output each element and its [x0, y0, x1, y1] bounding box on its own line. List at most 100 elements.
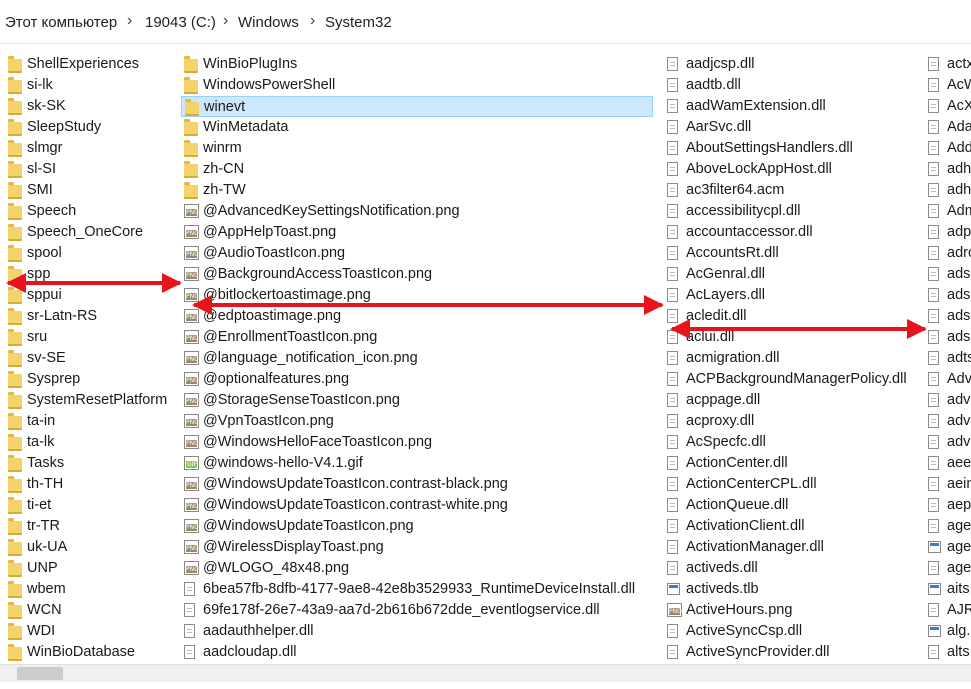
file-item[interactable]: @WirelessDisplayToast.png: [184, 537, 652, 558]
file-item[interactable]: @edptoastimage.png: [184, 306, 652, 327]
folder-item[interactable]: ta-lk: [8, 432, 178, 453]
folder-item[interactable]: ShellExperiences: [8, 54, 178, 75]
file-item[interactable]: 6bea57fb-8dfb-4177-9ae8-42e8b3529933_Run…: [184, 579, 652, 600]
folder-item[interactable]: UNP: [8, 558, 178, 579]
file-item[interactable]: AcGenral.dll: [667, 264, 922, 285]
file-item[interactable]: ac3filter64.acm: [667, 180, 922, 201]
folder-item[interactable]: winevt: [181, 96, 653, 117]
file-item[interactable]: @windows-hello-V4.1.gif: [184, 453, 652, 474]
folder-item[interactable]: SleepStudy: [8, 117, 178, 138]
folder-item[interactable]: tr-TR: [8, 516, 178, 537]
folder-item[interactable]: WCN: [8, 600, 178, 621]
file-item[interactable]: aadcloudap.dll: [184, 642, 652, 663]
folder-item[interactable]: sppui: [8, 285, 178, 306]
file-item[interactable]: AboveLockAppHost.dll: [667, 159, 922, 180]
file-item[interactable]: aein: [928, 474, 971, 495]
file-item[interactable]: alts: [928, 642, 971, 663]
file-item[interactable]: adp: [928, 222, 971, 243]
folder-item[interactable]: winrm: [184, 138, 652, 159]
folder-item[interactable]: WinBioDatabase: [8, 642, 178, 663]
file-item[interactable]: actx: [928, 54, 971, 75]
folder-item[interactable]: si-lk: [8, 75, 178, 96]
file-item[interactable]: adv: [928, 411, 971, 432]
chevron-right-icon[interactable]: ›: [127, 12, 132, 30]
file-item[interactable]: @WindowsUpdateToastIcon.png: [184, 516, 652, 537]
file-item[interactable]: @AdvancedKeySettingsNotification.png: [184, 201, 652, 222]
chevron-right-icon[interactable]: ›: [310, 12, 315, 30]
file-item[interactable]: alg.: [928, 621, 971, 642]
folder-item[interactable]: slmgr: [8, 138, 178, 159]
file-item[interactable]: AcX: [928, 96, 971, 117]
file-item[interactable]: ActivationClient.dll: [667, 516, 922, 537]
file-item[interactable]: aep: [928, 495, 971, 516]
file-item[interactable]: acppage.dll: [667, 390, 922, 411]
file-item[interactable]: @AppHelpToast.png: [184, 222, 652, 243]
file-item[interactable]: Add: [928, 138, 971, 159]
file-item[interactable]: adv: [928, 432, 971, 453]
file-item[interactable]: Adv: [928, 369, 971, 390]
file-item[interactable]: @EnrollmentToastIcon.png: [184, 327, 652, 348]
folder-item[interactable]: sru: [8, 327, 178, 348]
file-item[interactable]: @language_notification_icon.png: [184, 348, 652, 369]
file-item[interactable]: aadjcsp.dll: [667, 54, 922, 75]
file-item[interactable]: ActionCenterCPL.dll: [667, 474, 922, 495]
file-item[interactable]: AccountsRt.dll: [667, 243, 922, 264]
file-item[interactable]: ActiveSyncProvider.dll: [667, 642, 922, 663]
breadcrumb-windows[interactable]: Windows: [238, 14, 299, 31]
folder-item[interactable]: th-TH: [8, 474, 178, 495]
file-item[interactable]: @VpnToastIcon.png: [184, 411, 652, 432]
file-item[interactable]: acproxy.dll: [667, 411, 922, 432]
breadcrumb-drive-c[interactable]: 19043 (C:): [145, 14, 216, 31]
file-item[interactable]: @bitlockertoastimage.png: [184, 285, 652, 306]
folder-item[interactable]: zh-CN: [184, 159, 652, 180]
file-item[interactable]: adsl: [928, 264, 971, 285]
file-item[interactable]: @BackgroundAccessToastIcon.png: [184, 264, 652, 285]
file-item[interactable]: adsn: [928, 327, 971, 348]
file-item[interactable]: aee: [928, 453, 971, 474]
file-item[interactable]: ActionQueue.dll: [667, 495, 922, 516]
file-item[interactable]: AcSpecfc.dll: [667, 432, 922, 453]
file-item[interactable]: @StorageSenseToastIcon.png: [184, 390, 652, 411]
file-item[interactable]: @WindowsUpdateToastIcon.contrast-black.p…: [184, 474, 652, 495]
file-item[interactable]: ActionCenter.dll: [667, 453, 922, 474]
file-item[interactable]: aadWamExtension.dll: [667, 96, 922, 117]
folder-item[interactable]: spp: [8, 264, 178, 285]
file-item[interactable]: aadtb.dll: [667, 75, 922, 96]
folder-item[interactable]: ta-in: [8, 411, 178, 432]
file-item[interactable]: acledit.dll: [667, 306, 922, 327]
file-item[interactable]: @WindowsUpdateToastIcon.contrast-white.p…: [184, 495, 652, 516]
folder-item[interactable]: wbem: [8, 579, 178, 600]
folder-item[interactable]: Speech: [8, 201, 178, 222]
file-item[interactable]: Ada: [928, 117, 971, 138]
file-item[interactable]: aits: [928, 579, 971, 600]
file-item[interactable]: @WindowsHelloFaceToastIcon.png: [184, 432, 652, 453]
file-item[interactable]: AarSvc.dll: [667, 117, 922, 138]
file-item[interactable]: AcW: [928, 75, 971, 96]
file-item[interactable]: @AudioToastIcon.png: [184, 243, 652, 264]
file-item[interactable]: Adm: [928, 201, 971, 222]
file-item[interactable]: activeds.dll: [667, 558, 922, 579]
file-item[interactable]: accessibilitycpl.dll: [667, 201, 922, 222]
folder-item[interactable]: WDI: [8, 621, 178, 642]
file-item[interactable]: ActivationManager.dll: [667, 537, 922, 558]
folder-item[interactable]: zh-TW: [184, 180, 652, 201]
folder-item[interactable]: sr-Latn-RS: [8, 306, 178, 327]
folder-item[interactable]: Sysprep: [8, 369, 178, 390]
file-item[interactable]: age: [928, 516, 971, 537]
folder-item[interactable]: spool: [8, 243, 178, 264]
folder-item[interactable]: WinBioPlugIns: [184, 54, 652, 75]
breadcrumb-this-pc[interactable]: Этот компьютер: [5, 14, 117, 31]
chevron-right-icon[interactable]: ›: [223, 12, 228, 30]
file-item[interactable]: adsl: [928, 285, 971, 306]
file-item[interactable]: adts: [928, 348, 971, 369]
folder-item[interactable]: WinMetadata: [184, 117, 652, 138]
folder-item[interactable]: uk-UA: [8, 537, 178, 558]
folder-item[interactable]: sk-SK: [8, 96, 178, 117]
file-item[interactable]: adsn: [928, 306, 971, 327]
file-item[interactable]: adh: [928, 159, 971, 180]
file-item[interactable]: activeds.tlb: [667, 579, 922, 600]
file-item[interactable]: aclui.dll: [667, 327, 922, 348]
file-item[interactable]: ACPBackgroundManagerPolicy.dll: [667, 369, 922, 390]
file-item[interactable]: adv: [928, 390, 971, 411]
folder-item[interactable]: SMI: [8, 180, 178, 201]
